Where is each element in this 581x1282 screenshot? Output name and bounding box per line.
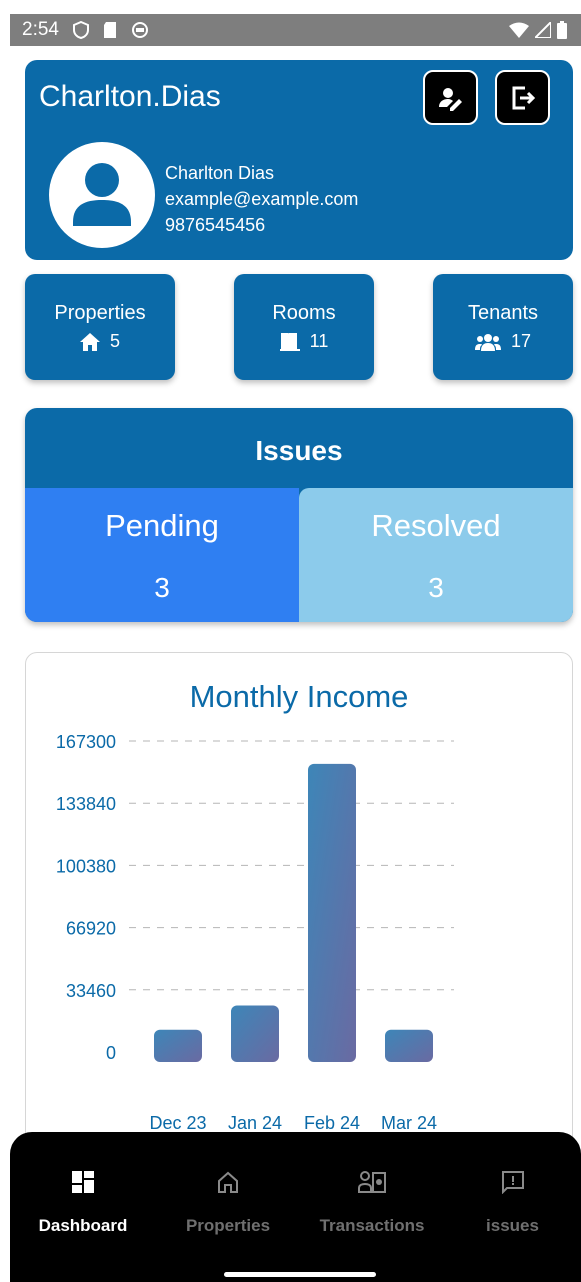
y-tick-label: 33460 xyxy=(66,981,116,1001)
stat-card-rooms[interactable]: Rooms 11 xyxy=(234,274,374,380)
dashboard-icon xyxy=(72,1171,94,1193)
status-time: 2:54 xyxy=(22,19,59,40)
y-tick-label: 100380 xyxy=(56,856,116,876)
signal-icon xyxy=(535,22,551,38)
transactions-icon xyxy=(358,1171,386,1193)
stat-card-tenants[interactable]: Tenants 17 xyxy=(433,274,573,380)
x-tick-label: Feb 24 xyxy=(304,1113,360,1133)
profile-username: Charlton.Dias xyxy=(39,80,221,113)
status-bar: 2:54 xyxy=(10,14,581,46)
x-tick-label: Mar 24 xyxy=(381,1113,437,1133)
nav-issues[interactable]: issues xyxy=(444,1132,581,1282)
home-indicator xyxy=(224,1272,376,1277)
x-tick-label: Dec 23 xyxy=(149,1113,206,1133)
stat-label: Properties xyxy=(54,302,146,324)
issues-resolved[interactable]: Resolved 3 xyxy=(299,488,573,622)
nav-dashboard[interactable]: Dashboard xyxy=(10,1132,156,1282)
users-icon xyxy=(474,333,501,351)
monthly-income-card: Monthly Income 0 33460 66920 100380 133840 16… xyxy=(25,652,573,1172)
profile-full-name: Charlton Dias xyxy=(165,163,275,183)
sd-card-icon xyxy=(103,22,116,38)
stat-value: 11 xyxy=(309,331,329,351)
record-icon xyxy=(131,22,148,38)
edit-profile-button[interactable] xyxy=(423,70,478,125)
y-tick-label: 0 xyxy=(106,1043,116,1063)
profile-email: example@example.com xyxy=(165,189,359,209)
y-tick-label: 66920 xyxy=(66,919,116,939)
wifi-icon xyxy=(509,22,529,38)
income-bar-chart: 0 33460 66920 100380 133840 167300 Dec 23 Jan 2… xyxy=(56,732,454,1133)
resolved-label: Resolved xyxy=(371,508,501,543)
income-bar[interactable] xyxy=(231,1005,279,1062)
door-icon xyxy=(279,332,300,351)
x-tick-label: Jan 24 xyxy=(228,1113,282,1133)
user-avatar-icon xyxy=(73,163,131,226)
resolved-count: 3 xyxy=(428,572,444,603)
issues-pending[interactable]: Pending 3 xyxy=(25,488,299,622)
stat-label: Rooms xyxy=(272,302,336,324)
y-tick-label: 167300 xyxy=(56,732,116,752)
profile-phone: 9876545456 xyxy=(165,215,266,235)
bottom-navigation: Dashboard Properties Transactions issues xyxy=(10,1132,581,1282)
y-tick-label: 133840 xyxy=(56,794,116,814)
profile-card: Charlton.Dias Charlton Dias example@exam… xyxy=(25,60,573,260)
nav-label: issues xyxy=(486,1216,539,1235)
income-bar[interactable] xyxy=(385,1029,433,1062)
pending-label: Pending xyxy=(105,508,219,543)
pending-count: 3 xyxy=(154,572,170,603)
income-bar[interactable] xyxy=(308,763,356,1062)
nav-label: Dashboard xyxy=(38,1216,128,1235)
nav-label: Properties xyxy=(185,1216,271,1235)
stat-value: 5 xyxy=(109,331,120,351)
nav-properties[interactable]: Properties xyxy=(156,1132,300,1282)
avatar xyxy=(49,142,155,248)
stat-label: Tenants xyxy=(467,302,539,324)
stat-value: 17 xyxy=(510,331,532,351)
home-outline-icon xyxy=(218,1171,238,1193)
nav-transactions[interactable]: Transactions xyxy=(300,1132,444,1282)
issues-card: Issues Pending 3 Resolved 3 xyxy=(25,408,573,622)
house-icon xyxy=(79,332,100,351)
edit-user-icon xyxy=(438,87,462,111)
battery-icon xyxy=(557,21,567,39)
chart-title: Monthly Income xyxy=(189,679,409,714)
nav-label: Transactions xyxy=(319,1216,425,1235)
logout-button[interactable] xyxy=(495,70,550,125)
issue-report-icon xyxy=(501,1171,524,1194)
profile-info: Charlton Dias example@example.com 987654… xyxy=(165,160,358,238)
logout-icon xyxy=(512,86,535,109)
income-bar[interactable] xyxy=(154,1029,202,1062)
issues-title: Issues xyxy=(255,435,343,466)
stat-card-properties[interactable]: Properties 5 xyxy=(25,274,175,380)
shield-icon xyxy=(72,21,89,39)
